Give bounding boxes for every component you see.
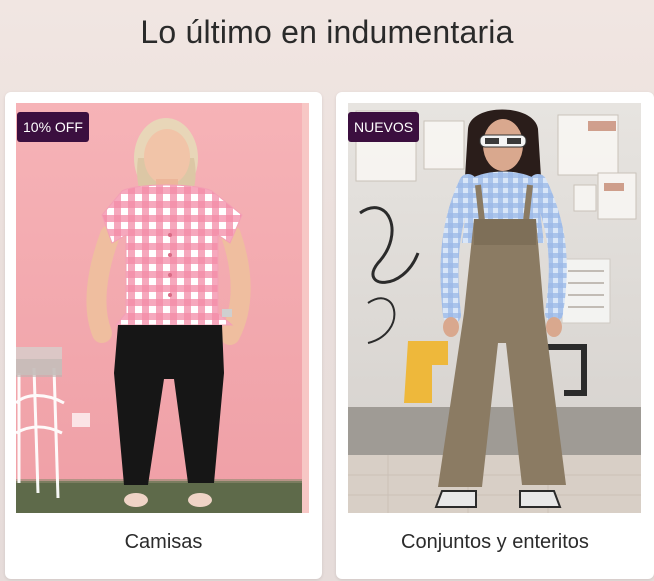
woman-gingham-blouse-photo-icon	[16, 103, 309, 513]
product-caption[interactable]: Camisas	[5, 529, 322, 555]
woman-overalls-photo-icon	[348, 103, 641, 513]
product-image-camisas[interactable]	[16, 103, 309, 513]
discount-badge: 10% OFF	[17, 112, 89, 142]
section-title: Lo último en indumentaria	[140, 14, 514, 50]
product-caption[interactable]: Conjuntos y enteritos	[336, 529, 654, 555]
new-badge: NUEVOS	[348, 112, 420, 142]
product-card-camisas[interactable]: 10% OFF Camisas	[5, 92, 322, 579]
product-card-conjuntos[interactable]: NUEVOS Conjuntos y enteritos	[336, 92, 654, 579]
product-image-conjuntos[interactable]	[348, 103, 641, 513]
